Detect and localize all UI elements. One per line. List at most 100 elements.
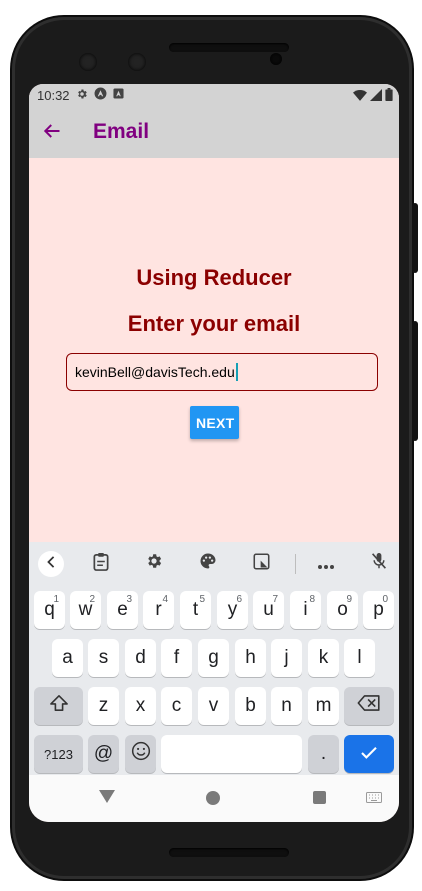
settings-icon[interactable] bbox=[142, 552, 166, 576]
key-r[interactable]: r4 bbox=[143, 591, 174, 629]
key-label: t bbox=[192, 599, 199, 620]
key-label: h bbox=[245, 647, 256, 668]
enter-key[interactable] bbox=[344, 735, 394, 773]
key-label: s bbox=[98, 647, 109, 668]
key-label: v bbox=[208, 695, 219, 716]
space-key[interactable] bbox=[161, 735, 302, 773]
key-p[interactable]: p0 bbox=[363, 591, 394, 629]
key-o[interactable]: o9 bbox=[327, 591, 358, 629]
status-time: 10:32 bbox=[37, 87, 70, 103]
text-cursor bbox=[235, 363, 238, 381]
email-field[interactable]: kevinBell@davisTech.edu bbox=[66, 353, 378, 391]
shift-key[interactable] bbox=[34, 687, 83, 725]
key-label: l bbox=[357, 647, 362, 668]
symbols-key[interactable]: ?123 bbox=[34, 735, 83, 773]
clipboard-icon[interactable] bbox=[89, 552, 113, 576]
key-label: d bbox=[135, 647, 146, 668]
key-label: ?123 bbox=[44, 746, 73, 762]
status-bar: 10:32 bbox=[29, 84, 399, 106]
backspace-key[interactable] bbox=[344, 687, 394, 725]
system-nav-bar bbox=[29, 775, 399, 822]
key-label: f bbox=[173, 647, 180, 668]
key-y[interactable]: y6 bbox=[217, 591, 248, 629]
proximity-sensor bbox=[270, 53, 282, 65]
key-hint: 6 bbox=[236, 594, 242, 605]
key-x[interactable]: x bbox=[125, 687, 156, 725]
front-camera bbox=[79, 53, 97, 71]
key-c[interactable]: c bbox=[161, 687, 192, 725]
key-q[interactable]: q1 bbox=[34, 591, 65, 629]
key-label: n bbox=[281, 695, 292, 716]
key-label: g bbox=[208, 647, 219, 668]
page-title: Email bbox=[93, 120, 150, 143]
key-label: a bbox=[62, 647, 73, 668]
key-s[interactable]: s bbox=[88, 639, 119, 677]
soft-keyboard: q1 w2 e3 r4 t5 y6 u7 i8 o9 p0 a s d f g … bbox=[29, 542, 399, 775]
key-g[interactable]: g bbox=[198, 639, 229, 677]
wifi-icon bbox=[353, 89, 367, 104]
palette-icon[interactable] bbox=[196, 552, 220, 576]
more-icon[interactable] bbox=[314, 552, 338, 576]
key-h[interactable]: h bbox=[235, 639, 266, 677]
key-f[interactable]: f bbox=[161, 639, 192, 677]
at-key[interactable]: @ bbox=[88, 735, 119, 773]
key-w[interactable]: w2 bbox=[70, 591, 101, 629]
key-z[interactable]: z bbox=[88, 687, 119, 725]
home-circle-icon[interactable] bbox=[206, 791, 220, 805]
key-m[interactable]: m bbox=[308, 687, 339, 725]
key-hint: 8 bbox=[309, 594, 315, 605]
a-square-icon bbox=[113, 88, 124, 102]
toolbar-divider bbox=[295, 554, 296, 574]
back-triangle-icon[interactable] bbox=[99, 790, 115, 803]
key-l[interactable]: l bbox=[344, 639, 375, 677]
emoji-key[interactable] bbox=[125, 735, 156, 773]
key-label: x bbox=[135, 695, 146, 716]
back-arrow-icon[interactable] bbox=[43, 121, 63, 143]
reducer-heading: Using Reducer bbox=[136, 265, 292, 290]
recents-square-icon[interactable] bbox=[313, 791, 326, 804]
mic-off-icon[interactable] bbox=[367, 552, 391, 576]
key-label: j bbox=[284, 647, 289, 668]
email-value: kevinBell@davisTech.edu bbox=[75, 364, 235, 380]
shift-icon bbox=[49, 694, 69, 718]
signal-icon bbox=[370, 88, 382, 104]
key-label: b bbox=[245, 695, 256, 716]
front-sensor bbox=[128, 53, 146, 71]
power-button bbox=[412, 203, 418, 273]
key-v[interactable]: v bbox=[198, 687, 229, 725]
keyboard-switch-icon[interactable] bbox=[366, 792, 382, 806]
gear-icon bbox=[76, 88, 88, 103]
key-b[interactable]: b bbox=[235, 687, 266, 725]
key-hint: 2 bbox=[89, 594, 95, 605]
key-i[interactable]: i8 bbox=[290, 591, 321, 629]
next-button[interactable]: NEXT bbox=[190, 406, 239, 439]
screen: 10:32 Email Using Reducer Enter your ema… bbox=[29, 84, 399, 822]
top-speaker bbox=[169, 43, 289, 52]
period-key[interactable]: . bbox=[308, 735, 339, 773]
key-label: k bbox=[318, 647, 329, 668]
volume-button bbox=[412, 321, 418, 441]
key-k[interactable]: k bbox=[308, 639, 339, 677]
key-label: r bbox=[155, 599, 162, 620]
bottom-speaker bbox=[169, 848, 289, 857]
key-u[interactable]: u7 bbox=[253, 591, 284, 629]
email-prompt-heading: Enter your email bbox=[127, 311, 301, 336]
key-hint: 0 bbox=[382, 594, 388, 605]
key-label: . bbox=[320, 743, 327, 764]
key-e[interactable]: e3 bbox=[107, 591, 138, 629]
key-j[interactable]: j bbox=[271, 639, 302, 677]
key-label: z bbox=[98, 695, 109, 716]
key-hint: 5 bbox=[199, 594, 205, 605]
chevron-left-icon[interactable] bbox=[38, 551, 64, 577]
key-d[interactable]: d bbox=[125, 639, 156, 677]
key-hint: 3 bbox=[126, 594, 132, 605]
keyboard-toolbar bbox=[29, 542, 399, 584]
key-t[interactable]: t5 bbox=[180, 591, 211, 629]
floating-keyboard-icon[interactable] bbox=[249, 552, 273, 576]
battery-icon bbox=[385, 88, 393, 104]
checkmark-icon bbox=[360, 743, 378, 766]
key-n[interactable]: n bbox=[271, 687, 302, 725]
key-label: c bbox=[171, 695, 182, 716]
key-a[interactable]: a bbox=[52, 639, 83, 677]
key-label: @ bbox=[93, 743, 114, 764]
